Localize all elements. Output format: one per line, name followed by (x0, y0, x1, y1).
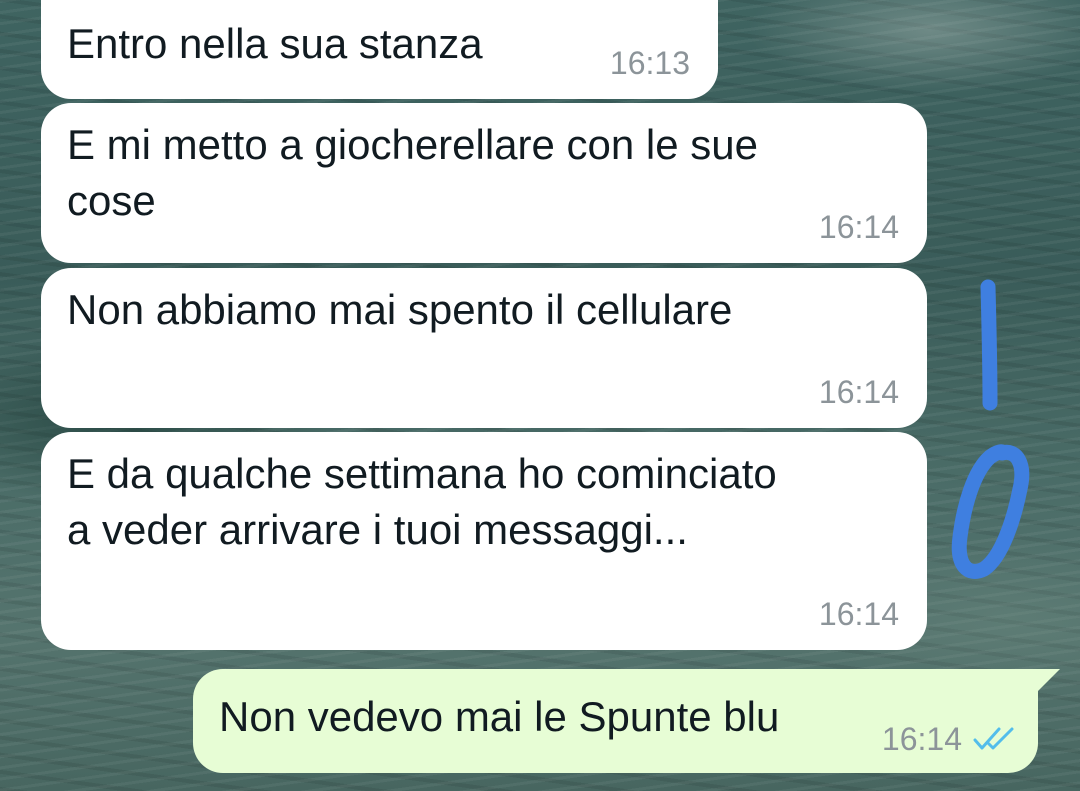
outgoing-message-bubble[interactable]: Non vedevo mai le Spunte blu 16:14 (193, 669, 1060, 773)
incoming-message-bubble[interactable]: Entro nella sua stanza 16:13 (41, 0, 718, 99)
message-timestamp: 16:14 (818, 596, 899, 632)
message-timestamp: 16:13 (609, 45, 690, 81)
double-check-read-icon (972, 725, 1016, 753)
message-text: Entro nella sua stanza (67, 20, 483, 67)
handwritten-annotation (940, 275, 1040, 585)
incoming-message-bubble[interactable]: E da qualche settimana ho cominciato a v… (41, 432, 927, 650)
message-text: E da qualche settimana ho cominciato a v… (67, 450, 777, 553)
message-text: Non vedevo mai le Spunte blu (219, 693, 780, 740)
incoming-message-bubble[interactable]: Non abbiamo mai spento il cellulare 16:1… (41, 268, 927, 428)
incoming-message-bubble[interactable]: E mi metto a giocherellare con le sue co… (41, 103, 927, 263)
message-timestamp: 16:14 (818, 209, 899, 245)
message-meta: 16:14 (882, 721, 1016, 757)
bubble-tail (1036, 669, 1060, 693)
message-timestamp: 16:14 (818, 374, 899, 410)
message-text: Non abbiamo mai spento il cellulare (67, 286, 733, 333)
message-text: E mi metto a giocherellare con le sue co… (67, 121, 759, 224)
message-timestamp: 16:14 (881, 721, 962, 757)
